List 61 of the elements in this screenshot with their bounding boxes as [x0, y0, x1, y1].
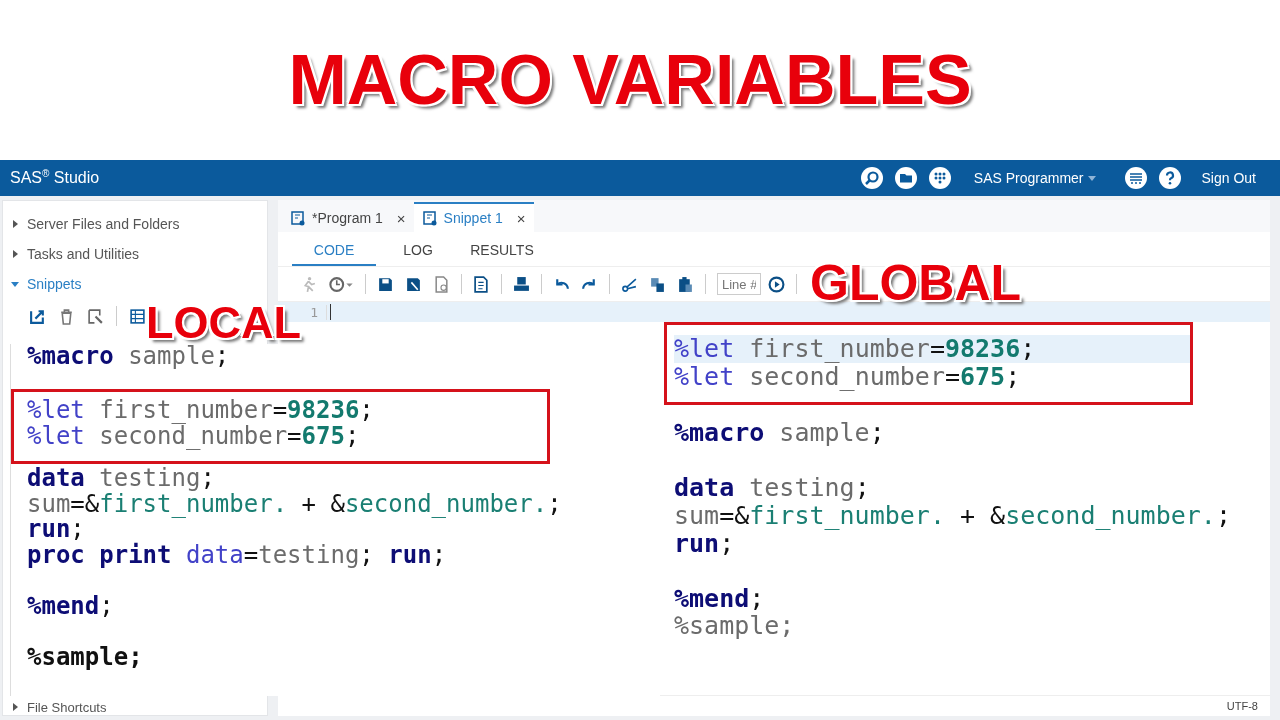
apps-grid-icon[interactable] — [927, 166, 952, 190]
code-line: %mend; — [27, 593, 115, 619]
view-tab[interactable]: RESULTS — [460, 238, 544, 266]
editor-tab[interactable]: Snippet 1 × — [413, 202, 534, 232]
code-line: %sample; — [674, 612, 796, 640]
encoding-status: UTF-8 — [1226, 700, 1258, 712]
trash-icon[interactable] — [58, 307, 75, 325]
code-line: proc print data=testing; run; — [27, 542, 448, 568]
sidebar-section[interactable]: File Shortcuts — [11, 699, 267, 715]
code-line: %let first_number=98236; — [27, 398, 375, 424]
editor-tab[interactable]: *Program 1 × — [282, 202, 414, 232]
scope-label-overlay: GLOBAL — [810, 254, 1022, 312]
expander-icon — [11, 280, 19, 288]
program-file-icon — [290, 210, 306, 226]
app-brand: SAS$^{®}$ Studio — [10, 168, 100, 188]
section-label: File Shortcuts — [27, 699, 107, 715]
sign-out-link[interactable]: Sign Out — [1201, 170, 1256, 186]
document-icon[interactable] — [473, 275, 490, 293]
code-line: sum=&first_number. + &second_number.; — [27, 491, 563, 517]
code-line: data testing; — [27, 466, 216, 492]
edit-icon[interactable] — [87, 307, 104, 325]
sidebar-section[interactable]: Snippets — [11, 269, 267, 299]
code-line: sum=&first_number. + &second_number.; — [674, 501, 1232, 530]
expander-icon — [11, 220, 19, 228]
folder-icon[interactable] — [893, 166, 918, 190]
sidebar-section[interactable]: Server Files and Folders — [11, 209, 267, 239]
code-line: %macro sample; — [27, 344, 231, 370]
section-label: Snippets — [27, 276, 82, 292]
history-icon[interactable] — [328, 275, 354, 293]
section-label: Server Files and Folders — [27, 216, 180, 232]
caret-icon — [1087, 175, 1096, 181]
help-icon[interactable] — [1157, 166, 1182, 190]
sidebar-section[interactable]: Tasks and Utilities — [11, 239, 267, 269]
view-tab[interactable]: LOG — [376, 238, 460, 266]
search-icon[interactable] — [859, 166, 884, 190]
new-snippet-icon[interactable] — [29, 307, 46, 325]
menu-icon[interactable] — [1123, 166, 1148, 190]
page-title: MACRO VARIABLES — [288, 40, 972, 120]
close-tab-button[interactable]: × — [396, 209, 406, 227]
tab-label: Snippet 1 — [443, 210, 503, 226]
go-icon[interactable] — [768, 275, 785, 293]
program-file-icon — [421, 210, 438, 226]
code-line: %macro sample; — [674, 419, 886, 447]
save-icon[interactable] — [377, 275, 394, 293]
close-tab-button[interactable]: × — [516, 209, 526, 227]
print-icon[interactable] — [513, 275, 530, 293]
code-line: run; — [674, 529, 736, 558]
table-icon[interactable] — [129, 307, 146, 325]
save-as-icon[interactable] — [405, 275, 422, 293]
copy-icon[interactable] — [649, 275, 666, 293]
code-line: run; — [27, 517, 86, 543]
paste-icon[interactable] — [677, 275, 694, 293]
expander-icon — [11, 703, 19, 711]
tab-label: *Program 1 — [312, 210, 383, 226]
code-line: %mend; — [674, 584, 766, 613]
expander-icon — [11, 250, 19, 258]
code-line: %sample; — [27, 644, 144, 670]
section-label: Tasks and Utilities — [27, 246, 140, 262]
code-line: %let second_number=675; — [674, 362, 1022, 391]
code-line: data testing; — [674, 474, 871, 502]
role-menu[interactable]: SAS Programmer — [973, 170, 1096, 186]
